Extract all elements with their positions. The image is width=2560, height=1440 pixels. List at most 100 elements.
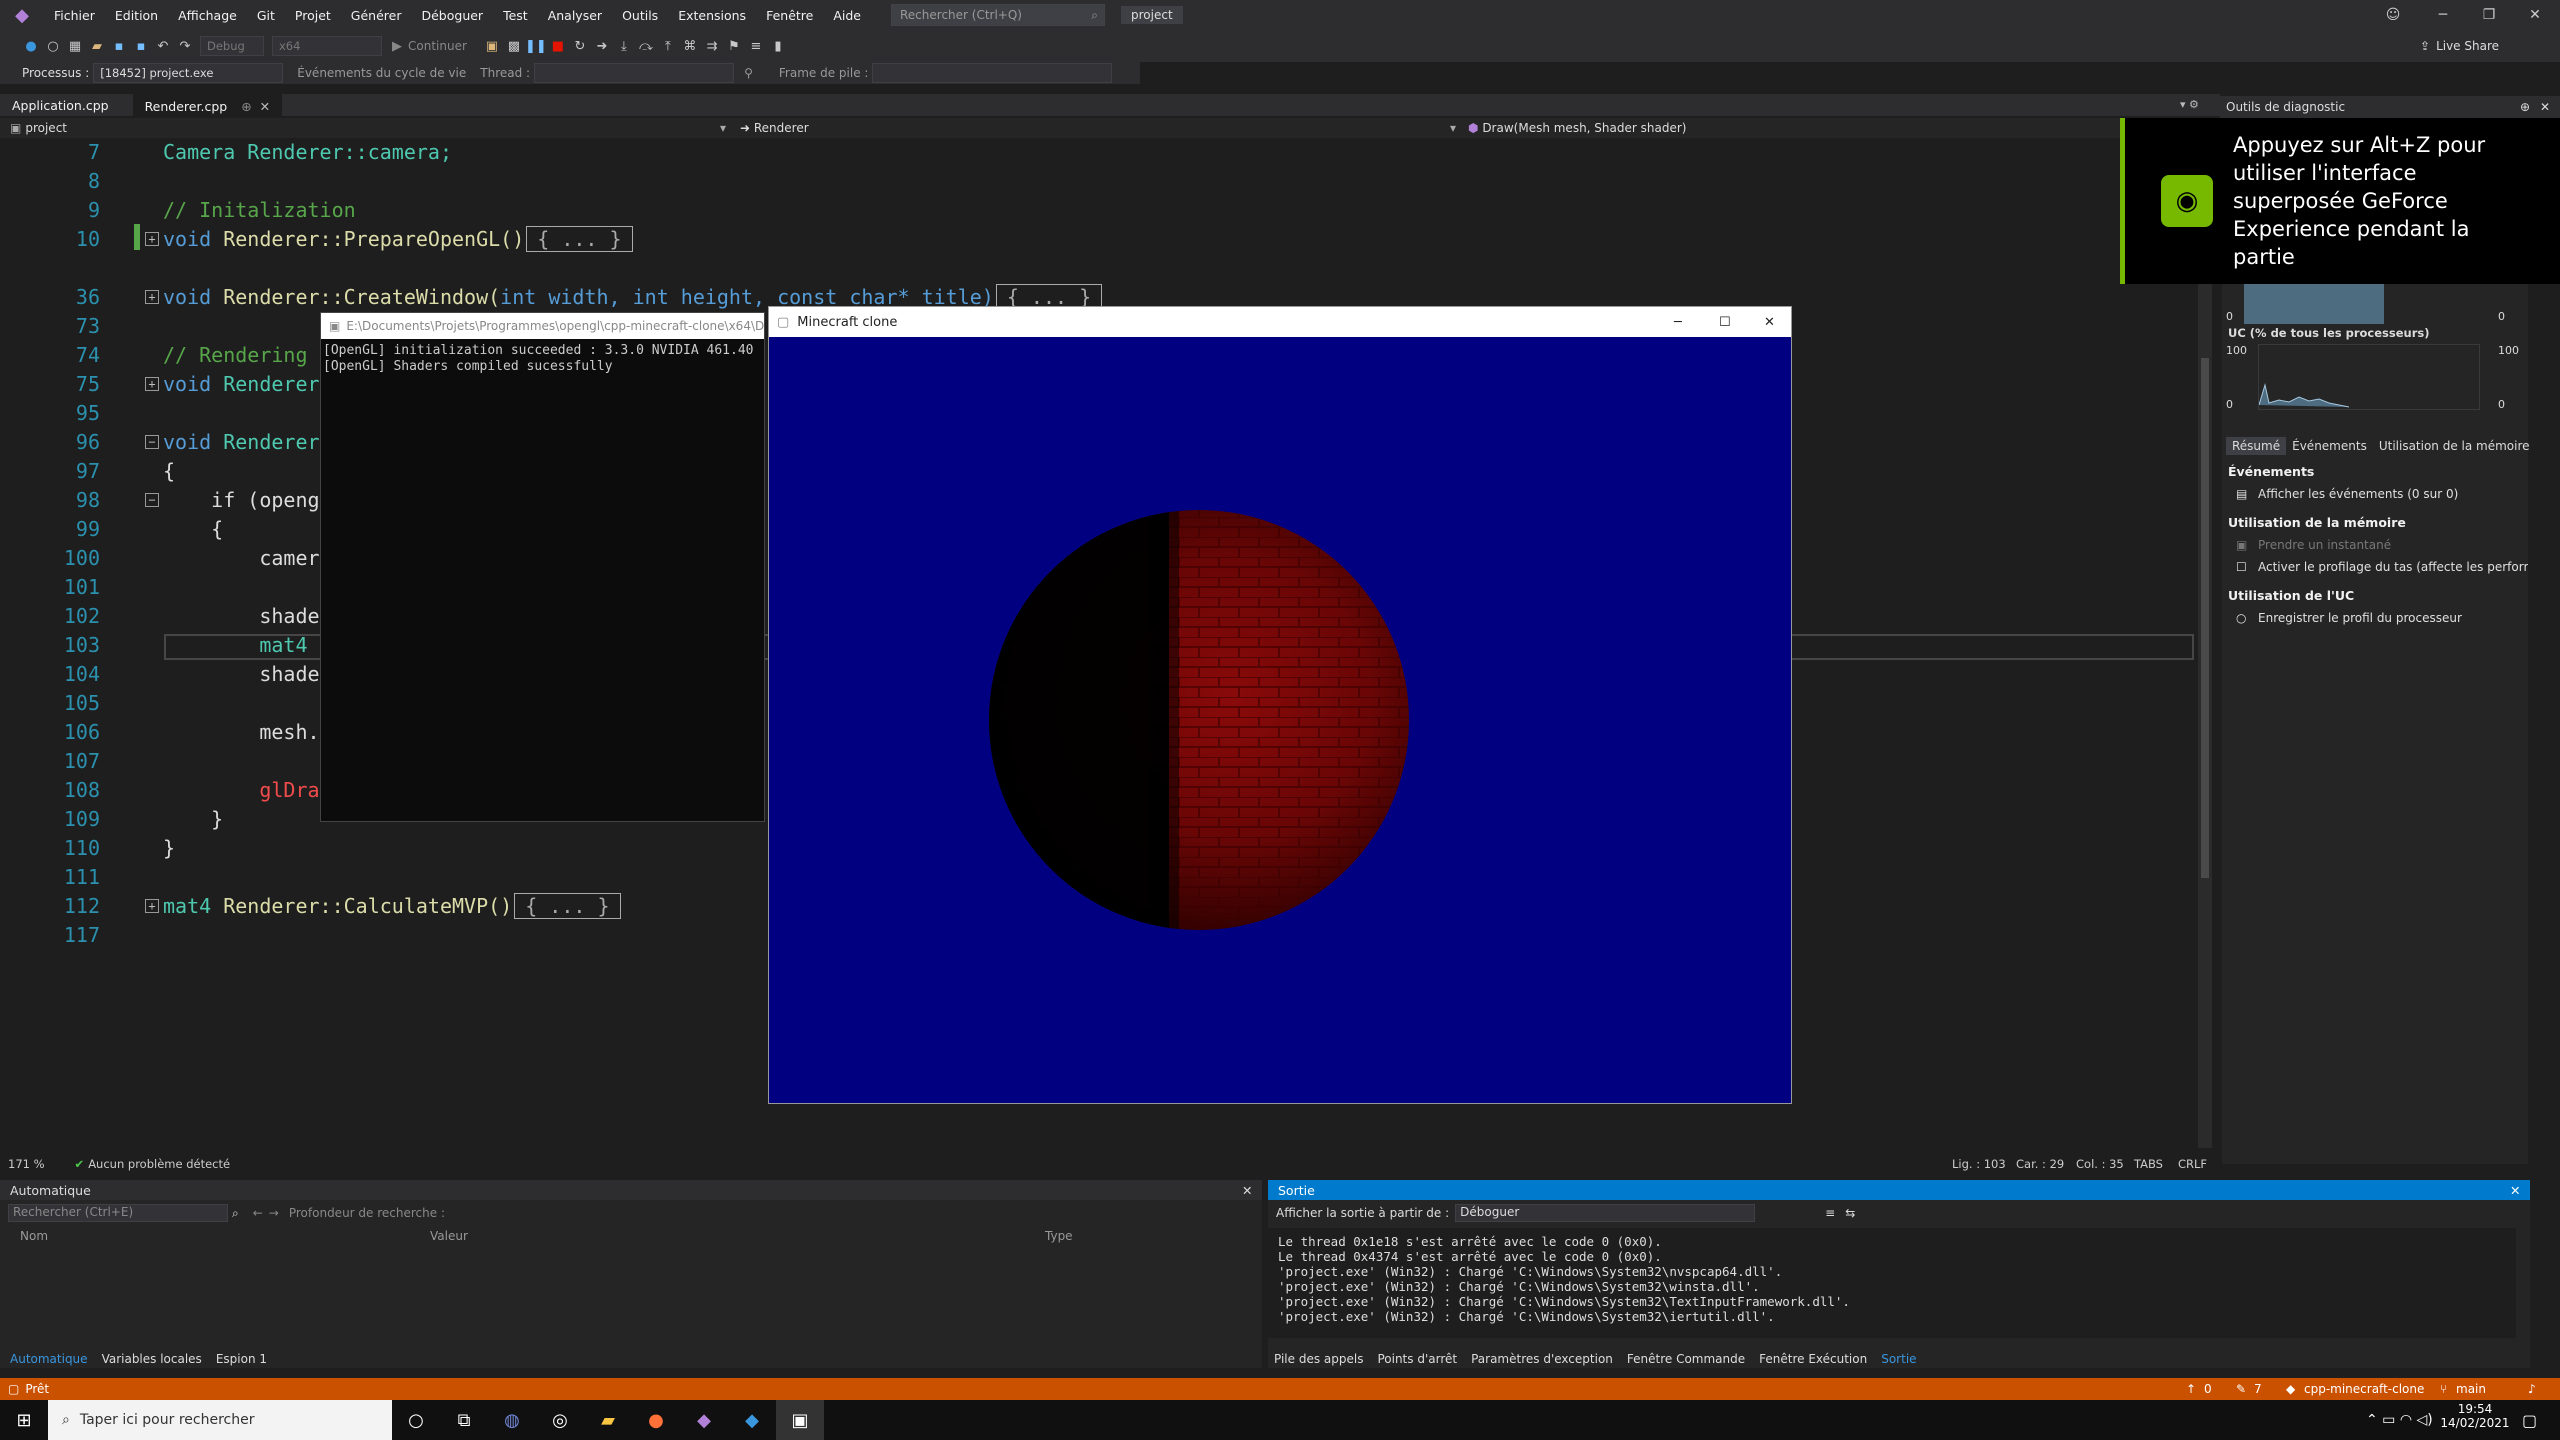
diagnostics-icon[interactable]: ▣ [481, 35, 503, 57]
menu-aide[interactable]: Aide [823, 8, 871, 23]
tab-overflow-icon[interactable]: ▾ ⚙ [2180, 98, 2199, 111]
column-header-name[interactable]: Nom [20, 1229, 430, 1243]
config-select[interactable]: Debug [200, 36, 264, 56]
step-over-icon[interactable]: ⤼ [635, 35, 657, 57]
console-window[interactable]: ▣ E:\Documents\Projets\Programmes\opengl\… [320, 312, 765, 822]
bookmark-icon[interactable]: ▮ [767, 35, 789, 57]
menu-git[interactable]: Git [247, 8, 285, 23]
taskbar-clock[interactable]: 19:54 14/02/2021 [2440, 1402, 2510, 1430]
screenshot-icon[interactable]: ▩ [503, 35, 525, 57]
comment-icon[interactable]: ≡ [745, 35, 767, 57]
thread-select[interactable] [534, 63, 735, 83]
collapse-fold-icon[interactable]: − [145, 493, 159, 507]
file-explorer-icon[interactable]: ▰ [584, 1400, 632, 1440]
pin-icon[interactable]: ⊕ [2520, 100, 2530, 114]
search-icon[interactable]: ⌕ [232, 1206, 239, 1221]
tab-espion-1[interactable]: Espion 1 [216, 1352, 267, 1366]
collapsed-region[interactable]: { ... } [514, 893, 621, 919]
close-icon[interactable]: ✕ [2510, 1183, 2520, 1198]
tab-fenetre-commande[interactable]: Fenêtre Commande [1627, 1352, 1745, 1366]
frame-select[interactable] [872, 63, 1113, 83]
obs-icon[interactable]: ◎ [536, 1400, 584, 1440]
menu-test[interactable]: Test [493, 8, 538, 23]
tab-sortie[interactable]: Sortie [1881, 1352, 1916, 1366]
changes-count[interactable]: 7 [2254, 1382, 2262, 1396]
minimize-button[interactable]: ─ [2420, 0, 2466, 30]
heap-profiling-checkbox[interactable]: ☐ Activer le profilage du tas (affecte le… [2222, 556, 2528, 578]
vscode-icon[interactable]: ◆ [728, 1400, 776, 1440]
live-share-button[interactable]: Live Share [2436, 39, 2499, 53]
expand-fold-icon[interactable]: + [145, 899, 159, 913]
threads-icon[interactable]: ⇉ [701, 35, 723, 57]
record-cpu-profile-button[interactable]: ○ Enregistrer le profil du processeur [2222, 607, 2528, 629]
task-view-icon[interactable]: ⧉ [440, 1400, 488, 1440]
autos-search-input[interactable]: Rechercher (Ctrl+E) [8, 1204, 228, 1222]
step-out-icon[interactable]: ⤒ [657, 35, 679, 57]
game-window[interactable]: ▢ Minecraft clone ─ ☐ ✕ [768, 306, 1792, 1104]
restart-icon[interactable]: ↻ [569, 35, 591, 57]
branch-name[interactable]: main [2456, 1382, 2486, 1396]
problems-status[interactable]: Aucun problème détecté [88, 1157, 230, 1171]
tab-resume[interactable]: Résumé [2226, 437, 2287, 455]
new-project-icon[interactable]: ▦ [64, 35, 86, 57]
collapsed-region[interactable]: { ... } [526, 226, 633, 252]
menu-deboguer[interactable]: Déboguer [411, 8, 493, 23]
expand-fold-icon[interactable]: + [145, 232, 159, 246]
menu-fichier[interactable]: Fichier [44, 8, 105, 23]
menu-outils[interactable]: Outils [612, 8, 668, 23]
tab-application-cpp[interactable]: Application.cpp [0, 94, 121, 116]
account-avatar-icon[interactable]: ☺ [2370, 0, 2416, 30]
continue-icon[interactable]: ▶ [386, 35, 408, 57]
app-window-icon[interactable]: ▣ [776, 1400, 824, 1440]
restore-button[interactable]: ❐ [2466, 0, 2512, 30]
class-scope-select[interactable]: ➜ Renderer [740, 121, 809, 135]
step-into-icon[interactable]: ⤓ [613, 35, 635, 57]
render-canvas[interactable] [769, 337, 1791, 1103]
indent-indicator[interactable]: TABS [2134, 1157, 2163, 1171]
zoom-select[interactable]: 171 % [8, 1157, 45, 1171]
notification-center-icon[interactable]: ▢ [2522, 1411, 2537, 1430]
eol-indicator[interactable]: CRLF [2178, 1157, 2207, 1171]
close-button[interactable]: ✕ [1764, 315, 1775, 330]
back-icon[interactable]: ● [20, 35, 42, 57]
menu-projet[interactable]: Projet [285, 8, 341, 23]
push-count[interactable]: 0 [2204, 1382, 2212, 1396]
taskbar-search[interactable]: ⌕ Taper ici pour rechercher [48, 1400, 392, 1440]
notifications-icon[interactable]: ♪ [2528, 1382, 2536, 1396]
show-events-link[interactable]: ▤ Afficher les événements (0 sur 0) [2222, 483, 2528, 505]
forward-arrow-icon[interactable]: → [269, 1206, 279, 1220]
breakpoint-icon[interactable]: ⚑ [723, 35, 745, 57]
vertical-scrollbar[interactable] [2198, 138, 2212, 1148]
tab-automatique[interactable]: Automatique [10, 1352, 88, 1366]
cortana-icon[interactable]: ○ [392, 1400, 440, 1440]
pause-icon[interactable]: ❚❚ [525, 35, 547, 57]
stop-icon[interactable]: ■ [547, 35, 569, 57]
scrollbar-thumb[interactable] [2201, 358, 2209, 878]
show-next-statement-icon[interactable]: ➜ [591, 35, 613, 57]
tab-evenements[interactable]: Événements [2286, 437, 2373, 455]
minimize-button[interactable]: ─ [1674, 315, 1682, 330]
push-icon[interactable]: ↑ [2186, 1382, 2196, 1396]
search-input[interactable]: Rechercher (Ctrl+Q) ⌕ [891, 4, 1105, 26]
undo-icon[interactable]: ↶ [152, 35, 174, 57]
platform-select[interactable]: x64 [272, 36, 382, 56]
windows-start-icon[interactable]: ⊞ [0, 1400, 48, 1440]
expand-fold-icon[interactable]: + [145, 290, 159, 304]
close-button[interactable]: ✕ [2512, 0, 2558, 30]
clear-icon[interactable]: ⇆ [1845, 1206, 1855, 1220]
tab-parametres-exception[interactable]: Paramètres d'exception [1471, 1352, 1613, 1366]
tab-renderer-cpp[interactable]: Renderer.cpp ⊕ ✕ [132, 94, 283, 116]
continue-button[interactable]: Continuer [408, 39, 467, 53]
repository-name[interactable]: cpp-minecraft-clone [2304, 1382, 2424, 1396]
output-source-select[interactable]: Déboguer [1455, 1204, 1756, 1222]
save-all-icon[interactable]: ▪ [130, 35, 152, 57]
tab-memoire[interactable]: Utilisation de la mémoire [2373, 437, 2536, 455]
menu-analyser[interactable]: Analyser [538, 8, 612, 23]
expand-fold-icon[interactable]: + [145, 377, 159, 391]
pin-icon[interactable]: ⊕ [241, 99, 251, 114]
maximize-button[interactable]: ☐ [1719, 315, 1731, 330]
process-select[interactable]: [18452] project.exe [93, 63, 284, 83]
menu-affichage[interactable]: Affichage [168, 8, 247, 23]
tab-points-arret[interactable]: Points d'arrêt [1377, 1352, 1457, 1366]
system-tray-icons[interactable]: ⌃ ▭ ◠ ◁) [2366, 1412, 2433, 1428]
